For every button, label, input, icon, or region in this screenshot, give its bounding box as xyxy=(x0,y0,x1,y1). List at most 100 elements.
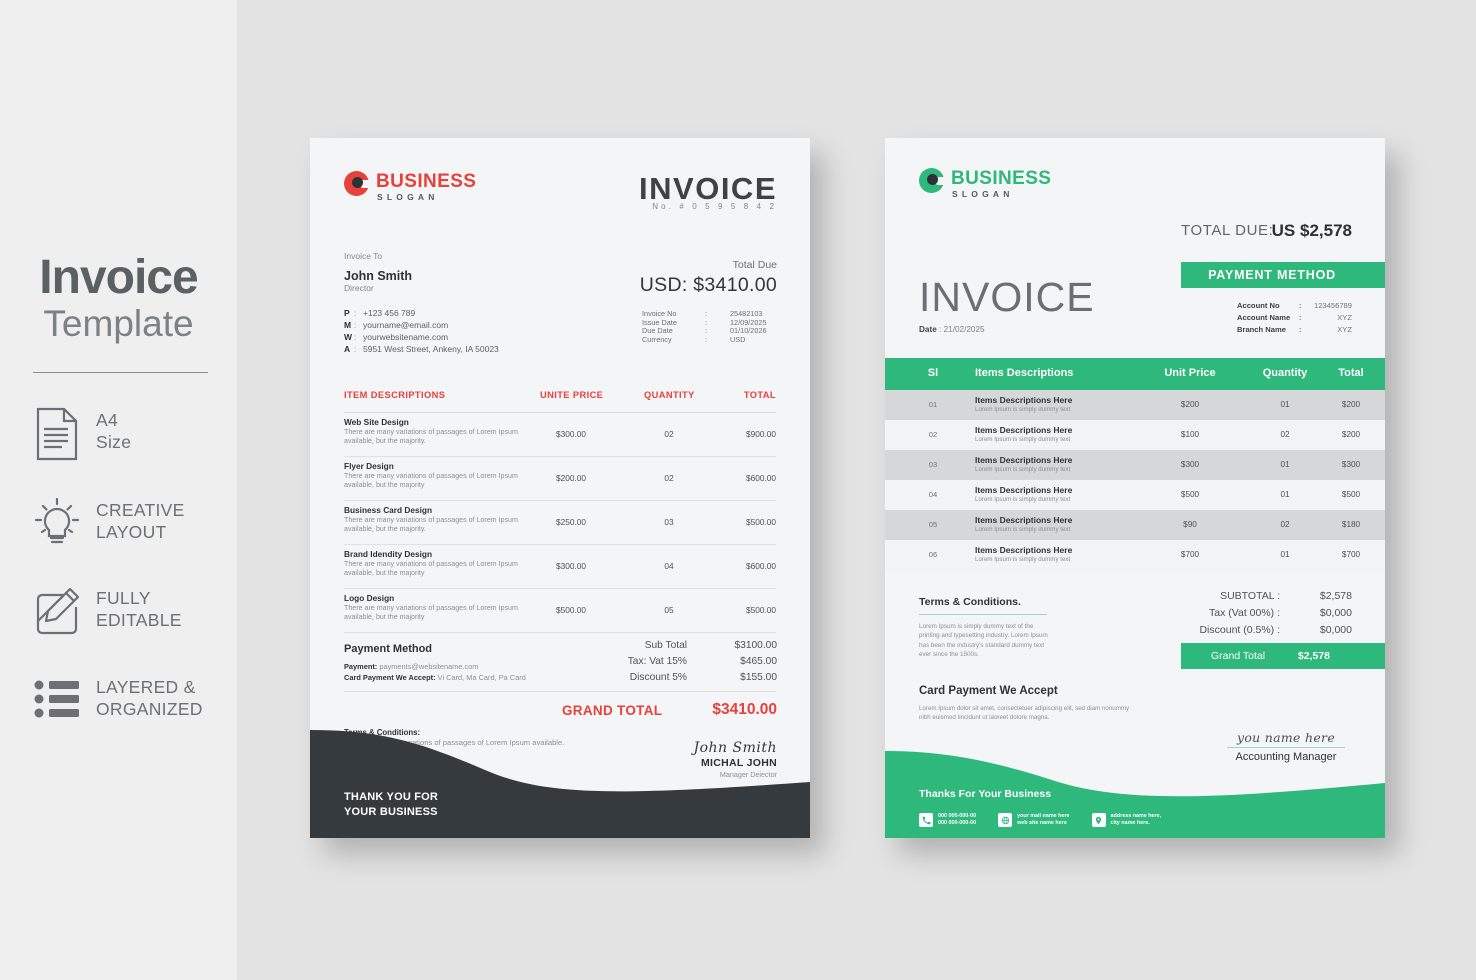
brand-circle-icon xyxy=(344,171,370,196)
list-layers-icon xyxy=(30,672,84,730)
terms-body: Lorem Ipsum is simply dummy text of the … xyxy=(919,623,1048,658)
invoice-sheet-red: BUSINESS SLOGAN INVOICE No. # 0 5 9 5 8 … xyxy=(310,138,810,838)
document-icon xyxy=(30,405,84,463)
pencil-edit-icon xyxy=(30,583,84,641)
card-payment-body: Lorem Ipsum dolor sit amet, consectetuer… xyxy=(919,705,1130,721)
invoice-sheet-green: BUSINESS SLOGAN TOTAL DUE: US $2,578 PAY… xyxy=(885,138,1385,838)
footer-thanks-red: THANK YOU FOR YOUR BUSINESS xyxy=(344,791,439,818)
table-row: 06 Items Descriptions Here Lorem Ipsum i… xyxy=(885,540,1385,570)
brand-name: BUSINESS xyxy=(376,171,477,192)
table-row: Logo Design There are many variations of… xyxy=(344,588,776,633)
invoice-title: INVOICE xyxy=(919,274,1095,320)
grand-total-label: Grand Total xyxy=(1211,650,1266,662)
brand-circle-icon xyxy=(919,168,945,193)
meta-row: Currency: USD xyxy=(642,334,746,344)
item-qty: 02 xyxy=(664,473,674,483)
account-row: Branch Name: XYZ xyxy=(1237,325,1352,334)
item-total: $700 xyxy=(1341,550,1361,559)
item-sl: 04 xyxy=(928,490,938,499)
item-qty: 05 xyxy=(664,605,674,615)
terms-underline xyxy=(919,614,1047,615)
client-name: John Smith xyxy=(344,269,413,283)
summary-row: Discount (0.5%) : $0,000 xyxy=(1199,624,1352,636)
column-quantity: QUANTITY xyxy=(644,390,695,400)
invoice-date: Date : 21/02/2025 xyxy=(919,325,985,334)
item-price: $500.00 xyxy=(556,605,586,615)
item-price: $200.00 xyxy=(556,473,586,483)
footer-contact-address: address name here, city name here. xyxy=(1091,813,1162,827)
item-qty: 01 xyxy=(1280,490,1290,499)
item-name: Brand Idendity Design xyxy=(344,549,433,559)
promo-title: Invoice xyxy=(39,251,198,304)
lightbulb-icon xyxy=(30,495,84,553)
item-price: $300.00 xyxy=(556,429,586,439)
phone-icon xyxy=(919,813,933,827)
item-name: Items Descriptions Here xyxy=(975,515,1073,525)
item-price: $250.00 xyxy=(556,517,586,527)
summary-row: SUBTOTAL : $2,578 xyxy=(1220,590,1352,602)
client-contact-list: P: +123 456 789 M: yourname@email.com W: yo… xyxy=(344,307,644,355)
payment-method-button[interactable]: PAYMENT METHOD xyxy=(1181,262,1385,288)
summary-row: Tax: Vat 15% $465.00 xyxy=(627,656,777,667)
feature-creative-layout: CREATIVE LAYOUT xyxy=(30,495,230,559)
item-desc: Lorem Ipsum is simply dummy text xyxy=(975,526,1071,533)
item-name: Items Descriptions Here xyxy=(975,545,1073,555)
table-row: Brand Idendity Design There are many var… xyxy=(344,544,776,589)
table-row: 02 Items Descriptions Here Lorem Ipsum i… xyxy=(885,420,1385,450)
promo-panel: Invoice Template A4 Size CREATIVE LAYOUT… xyxy=(0,0,237,980)
column-item: ITEM DESCRIPTIONS xyxy=(344,390,446,400)
feature-label: CREATIVE LAYOUT xyxy=(96,500,185,542)
item-total: $300 xyxy=(1341,460,1361,469)
item-price: $500 xyxy=(1180,490,1200,499)
total-due-value: USD: $3410.00 xyxy=(639,274,777,296)
grand-total-value: $2,578 xyxy=(1297,650,1330,662)
payment-cards-row: Card Payment We Accept: Vi Card, Ma Card… xyxy=(344,673,526,682)
account-row: Account Name: XYZ xyxy=(1237,313,1352,322)
table-row: Flyer Design There are many variations o… xyxy=(344,456,776,501)
brand-slogan: SLOGAN xyxy=(952,189,1014,199)
item-sl: 06 xyxy=(928,550,938,559)
table-row: Business Card Design There are many vari… xyxy=(344,500,776,545)
feature-layered-organized: LAYERED & ORGANIZED xyxy=(30,672,230,736)
column-total: Total xyxy=(1338,367,1364,379)
column-price: Unit Price xyxy=(1164,367,1216,379)
item-qty: 02 xyxy=(1280,430,1290,439)
brand-slogan: SLOGAN xyxy=(377,192,439,202)
account-details-list: Account No:123456789 Account Name: XYZ Br… xyxy=(1237,300,1352,336)
item-price: $300.00 xyxy=(556,561,586,571)
item-desc: There are many variations of passages of… xyxy=(344,604,518,621)
item-qty: 02 xyxy=(664,429,674,439)
footer-contact-text: address name here, city name here. xyxy=(1110,813,1162,826)
footer-contact-list: 000 000-000-00 000 000-000-00 your mail n… xyxy=(919,813,1161,827)
item-price: $300 xyxy=(1180,460,1200,469)
table-row: Web Site Design There are many variation… xyxy=(344,412,776,457)
footer-contact-web: your mail name here web site name here xyxy=(998,813,1070,827)
column-quantity: Quantity xyxy=(1262,367,1308,379)
item-total: $900.00 xyxy=(746,429,776,439)
item-qty: 03 xyxy=(664,517,674,527)
column-total: TOTAL xyxy=(743,390,776,400)
payment-email-row: Payment: payments@websitename.com xyxy=(344,662,479,671)
summary-row: Sub Total $3100.00 xyxy=(644,640,777,651)
item-total: $600.00 xyxy=(746,473,776,483)
item-desc: Lorem Ipsum is simply dummy text xyxy=(975,406,1071,413)
item-sl: 05 xyxy=(928,520,938,529)
item-total: $600.00 xyxy=(746,561,776,571)
item-total: $500.00 xyxy=(746,605,776,615)
payment-method-label: PAYMENT METHOD xyxy=(1208,268,1336,282)
invoice-to-label: Invoice To xyxy=(344,251,383,261)
feature-label: FULLY EDITABLE xyxy=(96,588,182,630)
item-desc: Lorem Ipsum is simply dummy text xyxy=(975,496,1071,503)
footer-contact-text: your mail name here web site name here xyxy=(1017,813,1070,826)
payment-method-title: Payment Method xyxy=(344,643,433,655)
summary-row: Discount 5% $155.00 xyxy=(629,672,777,683)
item-price: $100 xyxy=(1180,430,1200,439)
table-row: 01 Items Descriptions Here Lorem Ipsum i… xyxy=(885,390,1385,420)
item-name: Business Card Design xyxy=(344,505,433,515)
items-table-header: ITEM DESCRIPTIONS UNITE PRICE QUANTITY T… xyxy=(344,390,776,413)
total-due-label: Total Due xyxy=(732,259,777,271)
item-price: $700 xyxy=(1180,550,1200,559)
terms-title: Terms & Conditions. xyxy=(919,596,1021,608)
client-role: Director xyxy=(344,283,374,293)
item-name: Items Descriptions Here xyxy=(975,485,1073,495)
